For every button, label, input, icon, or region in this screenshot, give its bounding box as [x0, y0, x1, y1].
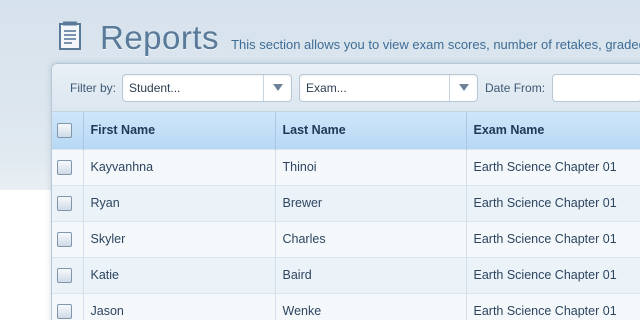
first-name-cell: Katie	[83, 256, 276, 293]
table-row[interactable]: Jason Wenke Earth Science Chapter 01	[52, 292, 640, 320]
row-select-cell	[52, 256, 84, 293]
page-title: Reports	[100, 19, 220, 56]
exam-name-cell: Earth Science Chapter 01	[466, 220, 640, 257]
select-all-checkbox[interactable]	[57, 122, 72, 138]
student-select[interactable]: Student...	[122, 73, 293, 102]
exam-name-cell: Earth Science Chapter 01	[466, 292, 640, 320]
row-checkbox[interactable]	[57, 303, 72, 319]
select-all-cell	[52, 112, 84, 149]
first-name-cell: Ryan	[83, 184, 276, 221]
column-header-first-name[interactable]: First Name	[83, 112, 276, 149]
chevron-down-icon[interactable]	[263, 74, 291, 101]
chevron-down-icon[interactable]	[449, 74, 477, 101]
last-name-cell: Thinoi	[275, 148, 467, 185]
table-row[interactable]: Skyler Charles Earth Science Chapter 01	[52, 220, 640, 257]
exam-select[interactable]: Exam...	[299, 73, 479, 102]
reports-table: First Name Last Name Exam Name Kayvanhna…	[52, 112, 640, 320]
reports-panel: Filter by: Student... Exam... Date From:	[51, 63, 640, 320]
row-checkbox[interactable]	[57, 195, 72, 211]
row-select-cell	[52, 148, 84, 185]
first-name-cell: Skyler	[83, 220, 276, 257]
table-row[interactable]: Katie Baird Earth Science Chapter 01	[52, 256, 640, 293]
date-from-label: Date From:	[485, 80, 546, 95]
row-checkbox[interactable]	[57, 267, 72, 283]
last-name-cell: Wenke	[275, 292, 467, 320]
table-row[interactable]: Kayvanhna Thinoi Earth Science Chapter 0…	[52, 148, 640, 185]
last-name-cell: Brewer	[275, 184, 467, 221]
row-select-cell	[52, 292, 84, 320]
exam-select-value: Exam...	[306, 80, 347, 95]
first-name-cell: Kayvanhna	[83, 148, 276, 185]
exam-name-cell: Earth Science Chapter 01	[466, 184, 640, 221]
page-header: Reports This section allows you to view …	[58, 18, 640, 58]
last-name-cell: Charles	[275, 220, 467, 257]
filter-by-label: Filter by:	[70, 80, 117, 95]
first-name-cell: Jason	[83, 292, 276, 320]
row-select-cell	[52, 220, 84, 257]
row-checkbox[interactable]	[57, 159, 72, 175]
table-header-row: First Name Last Name Exam Name	[52, 112, 640, 149]
filter-bar: Filter by: Student... Exam... Date From:	[52, 64, 640, 112]
row-select-cell	[52, 184, 84, 221]
row-checkbox[interactable]	[57, 231, 72, 247]
report-document-icon	[59, 21, 81, 50]
page-description: This section allows you to view exam sco…	[231, 36, 640, 52]
student-select-value: Student...	[129, 80, 181, 95]
exam-name-cell: Earth Science Chapter 01	[466, 148, 640, 185]
table-row[interactable]: Ryan Brewer Earth Science Chapter 01	[52, 184, 640, 221]
date-from-input[interactable]	[552, 73, 640, 102]
last-name-cell: Baird	[275, 256, 467, 293]
column-header-last-name[interactable]: Last Name	[275, 112, 467, 149]
column-header-exam-name[interactable]: Exam Name	[466, 112, 640, 149]
exam-name-cell: Earth Science Chapter 01	[466, 256, 640, 293]
